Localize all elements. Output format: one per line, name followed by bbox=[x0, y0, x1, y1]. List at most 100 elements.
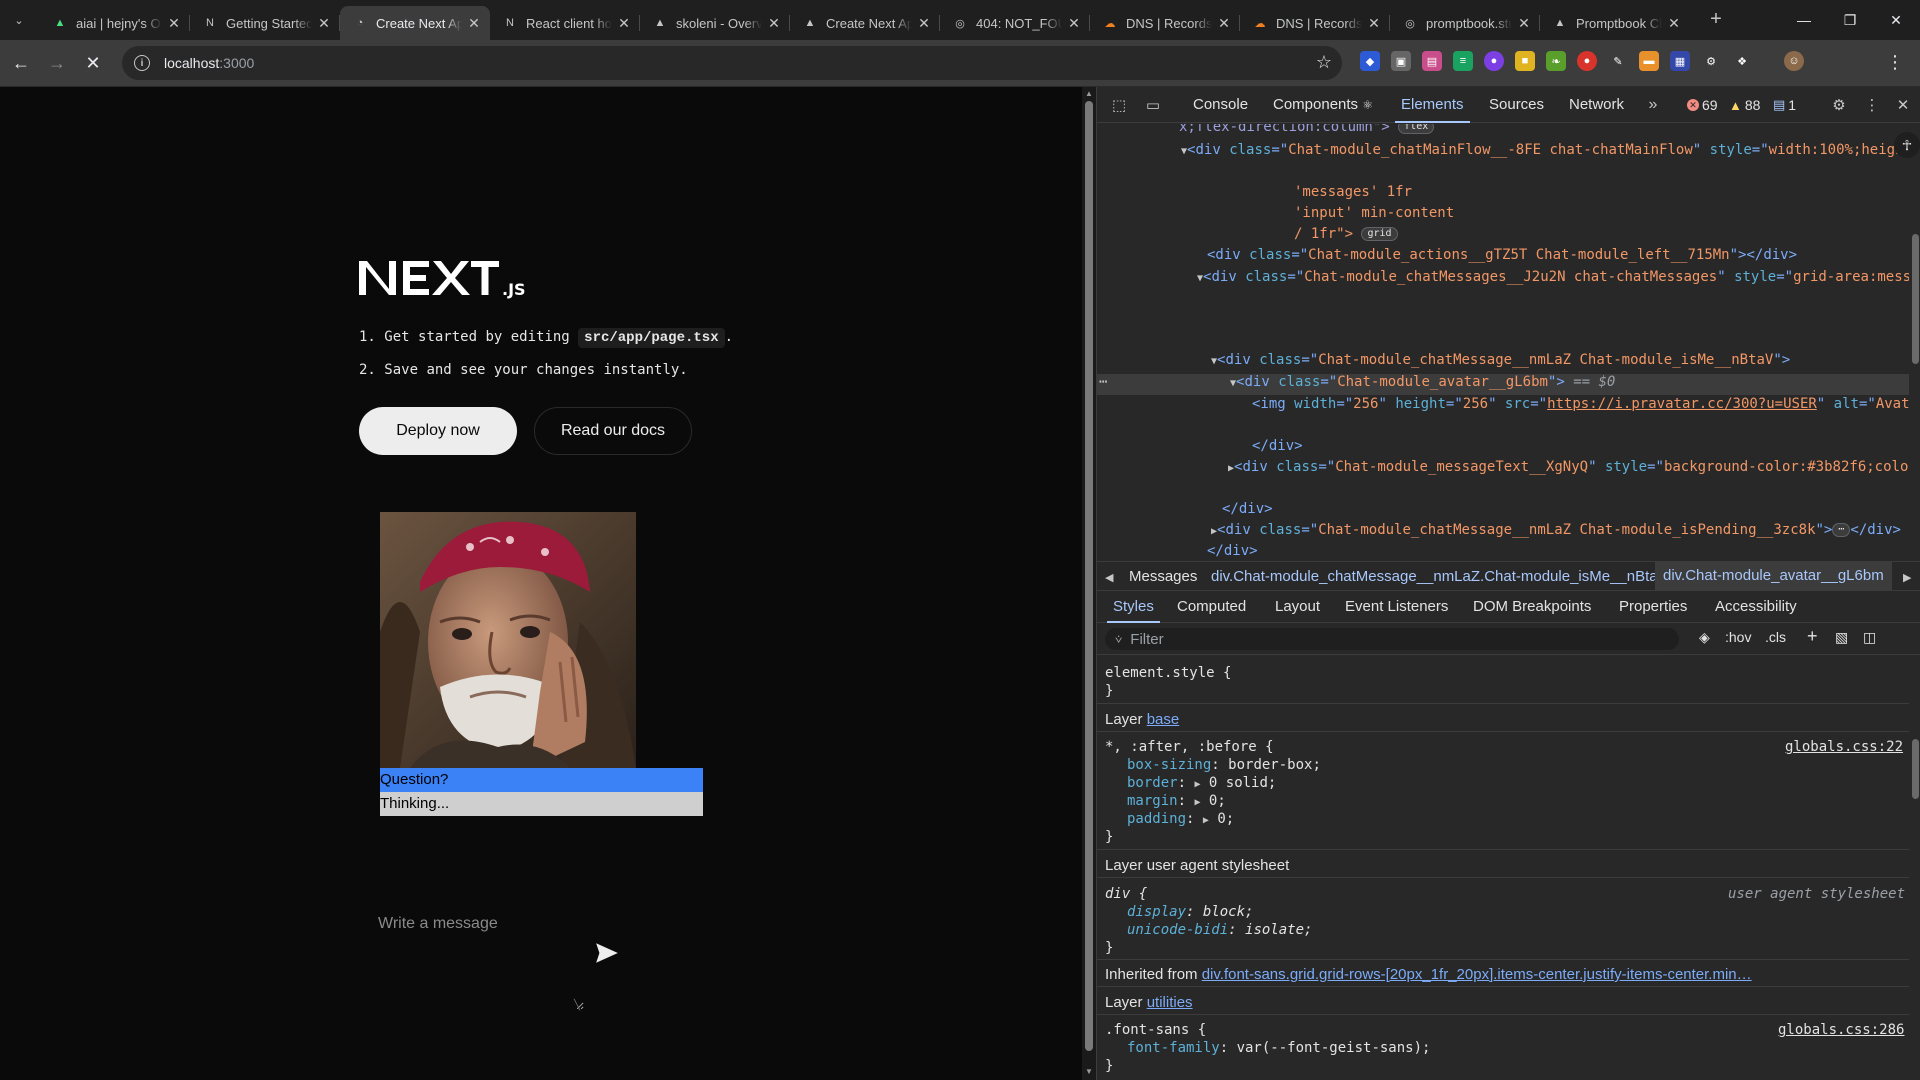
collapsed-ellipsis-badge[interactable]: ⋯ bbox=[1832, 523, 1851, 537]
paint-brush-icon[interactable]: ▧ bbox=[1835, 629, 1848, 646]
styles-scrollbar[interactable] bbox=[1909, 655, 1920, 1080]
gear-extension-icon[interactable]: ⚙ bbox=[1701, 51, 1721, 71]
tab-accessibility[interactable]: Accessibility bbox=[1715, 591, 1797, 623]
tab-sources[interactable]: Sources bbox=[1489, 87, 1544, 123]
more-actions-ellipsis-icon[interactable]: ⋯ bbox=[1099, 372, 1107, 393]
browser-tab[interactable]: ☁ DNS | Records ✕ bbox=[1090, 6, 1240, 40]
dom-line-selected[interactable]: ▼<div class="Chat-module_avatar__gL6bm">… bbox=[1230, 372, 1615, 395]
style-rules[interactable]: element.style { } Layer base *, :after, … bbox=[1097, 655, 1909, 1080]
tab-event-listeners[interactable]: Event Listeners bbox=[1345, 591, 1448, 623]
hover-state-toggle[interactable]: :hov bbox=[1725, 629, 1751, 645]
tab-close-icon[interactable]: ✕ bbox=[166, 15, 182, 31]
close-window-icon[interactable]: ✕ bbox=[1873, 0, 1919, 40]
resize-handle-icon[interactable]: ╲ bbox=[574, 1000, 580, 1011]
page-scrollbar[interactable]: ▲ ▼ bbox=[1082, 87, 1096, 1080]
tab-elements[interactable]: Elements bbox=[1395, 87, 1470, 123]
browser-tab[interactable]: ▲ skoleni - Overview ✕ bbox=[640, 6, 790, 40]
forward-arrow-icon[interactable]: → bbox=[44, 50, 70, 76]
css-declaration[interactable]: display: block; bbox=[1127, 904, 1253, 920]
error-counter[interactable]: ✕ 69 bbox=[1687, 97, 1718, 113]
info-counter[interactable]: ▤ 1 bbox=[1773, 97, 1796, 113]
stop-loading-icon[interactable]: ✕ bbox=[80, 50, 106, 76]
css-declaration[interactable]: padding: ▶ 0; bbox=[1127, 811, 1234, 827]
accessibility-tree-icon[interactable]: ☥ bbox=[1894, 132, 1920, 158]
back-arrow-icon[interactable]: ← bbox=[8, 50, 34, 76]
toggle-sidebar-icon[interactable]: ◫ bbox=[1863, 629, 1876, 646]
breadcrumb-left-icon[interactable]: ◀ bbox=[1105, 571, 1113, 584]
breadcrumb-item-selected[interactable]: div.Chat-module_avatar__gL6bm bbox=[1655, 562, 1892, 590]
tab-close-icon[interactable]: ✕ bbox=[466, 15, 482, 31]
browser-menu-icon[interactable]: ⋮ bbox=[1886, 52, 1904, 73]
inspect-element-icon[interactable]: ⬚ bbox=[1109, 95, 1129, 115]
tab-close-icon[interactable]: ✕ bbox=[1066, 15, 1082, 31]
flex-badge[interactable]: flex bbox=[1398, 124, 1435, 134]
element-style-selector[interactable]: element.style { bbox=[1105, 665, 1231, 681]
browser-tab[interactable]: ▲ aiai | hejny's Org ✕ bbox=[40, 6, 190, 40]
read-docs-button[interactable]: Read our docs bbox=[534, 407, 692, 455]
universal-selector[interactable]: *, :after, :before { bbox=[1105, 739, 1274, 755]
css-declaration[interactable]: margin: ▶ 0; bbox=[1127, 793, 1226, 809]
device-toolbar-icon[interactable]: ▭ bbox=[1143, 95, 1163, 115]
message-input[interactable] bbox=[378, 914, 584, 1010]
dom-line[interactable]: </div> bbox=[1222, 499, 1273, 520]
tab-computed[interactable]: Computed bbox=[1177, 591, 1246, 623]
settings-gear-icon[interactable]: ⚙ bbox=[1829, 95, 1849, 115]
scrollbar-thumb[interactable] bbox=[1085, 101, 1093, 1051]
source-link[interactable]: globals.css:22 bbox=[1785, 739, 1903, 755]
breadcrumb-right-icon[interactable]: ▶ bbox=[1903, 571, 1911, 584]
tab-close-icon[interactable]: ✕ bbox=[1366, 15, 1382, 31]
tab-close-icon[interactable]: ✕ bbox=[1666, 15, 1682, 31]
scrollbar-thumb[interactable] bbox=[1912, 739, 1919, 799]
deploy-now-button[interactable]: Deploy now bbox=[359, 407, 517, 455]
tab-search-chevron-icon[interactable]: ⌄ bbox=[9, 10, 29, 30]
tab-network[interactable]: Network bbox=[1569, 87, 1624, 123]
colorful-extension-icon[interactable]: ▤ bbox=[1422, 51, 1442, 71]
restore-icon[interactable]: ❐ bbox=[1827, 0, 1873, 40]
inherited-element-link[interactable]: div.font-sans.grid.grid-rows-[20px_1fr_2… bbox=[1202, 966, 1752, 983]
grid-extension-icon[interactable]: ▦ bbox=[1670, 51, 1690, 71]
eyedropper-extension-icon[interactable]: ✎ bbox=[1608, 51, 1628, 71]
grid-badge[interactable]: grid bbox=[1361, 227, 1398, 241]
browser-tab[interactable]: ◎ promptbook.studio ✕ bbox=[1390, 6, 1540, 40]
scroll-up-icon[interactable]: ▲ bbox=[1085, 89, 1093, 98]
browser-tab[interactable]: N React client hooks ✕ bbox=[490, 6, 640, 40]
avatar-src-link[interactable]: https://i.pravatar.cc/300?u=USER bbox=[1547, 396, 1817, 412]
dom-line[interactable]: ▼<div class="Chat-module_chatMessages__J… bbox=[1197, 267, 1909, 290]
css-declaration[interactable]: border: ▶ 0 solid; bbox=[1127, 775, 1276, 791]
dom-tree[interactable]: x;flex-direction:column"> flex ▼<div cla… bbox=[1097, 124, 1909, 561]
dom-line[interactable]: ▶<div class="Chat-module_messageText__Xg… bbox=[1228, 457, 1909, 480]
dom-line[interactable]: </div> bbox=[1252, 436, 1303, 457]
layers-icon[interactable]: ◈ bbox=[1699, 629, 1710, 646]
css-declaration[interactable]: box-sizing: border-box; bbox=[1127, 757, 1321, 773]
purple-extension-icon[interactable]: ● bbox=[1484, 51, 1504, 71]
puzzle-extensions-icon[interactable]: ❖ bbox=[1732, 51, 1752, 71]
dom-line[interactable]: 'messages' 1fr bbox=[1294, 182, 1412, 203]
dom-line[interactable]: / 1fr"> grid bbox=[1294, 224, 1398, 245]
more-tabs-chevron-icon[interactable]: » bbox=[1643, 95, 1663, 115]
browser-tab-active[interactable]: ◔ Create Next App ✕ bbox=[340, 6, 490, 40]
site-info-icon[interactable]: i bbox=[134, 55, 150, 71]
tab-close-icon[interactable]: ✕ bbox=[1216, 15, 1232, 31]
tab-styles[interactable]: Styles bbox=[1107, 591, 1160, 623]
tab-close-icon[interactable]: ✕ bbox=[916, 15, 932, 31]
dom-tree-scrollbar[interactable] bbox=[1909, 124, 1920, 561]
dom-line[interactable]: x;flex-direction:column"> flex bbox=[1179, 124, 1435, 138]
breadcrumb-item[interactable]: Messages bbox=[1129, 568, 1197, 585]
new-tab-plus-icon[interactable]: + bbox=[1706, 9, 1726, 30]
dom-line[interactable]: <img width="256" height="256" src="https… bbox=[1252, 394, 1909, 415]
tab-close-icon[interactable]: ✕ bbox=[1516, 15, 1532, 31]
div-selector[interactable]: div { bbox=[1105, 886, 1147, 902]
layer-utilities-link[interactable]: utilities bbox=[1147, 994, 1193, 1011]
styles-filter-input[interactable]: ⩒ Filter bbox=[1105, 628, 1679, 650]
warning-counter[interactable]: ▲ 88 bbox=[1729, 97, 1760, 113]
address-bar[interactable]: i localhost:3000 ☆ bbox=[122, 46, 1342, 80]
dom-line[interactable]: ▼<div class="Chat-module_chatMessage__nm… bbox=[1211, 350, 1790, 373]
orange-extension-icon[interactable]: ▬ bbox=[1639, 51, 1659, 71]
tab-layout[interactable]: Layout bbox=[1275, 591, 1320, 623]
layer-base-link[interactable]: base bbox=[1147, 711, 1180, 728]
send-icon[interactable] bbox=[594, 940, 620, 966]
dom-line[interactable]: ▼<div class="Chat-module_chatMainFlow__-… bbox=[1181, 140, 1909, 163]
profile-avatar-icon[interactable]: ☺ bbox=[1784, 51, 1804, 71]
breadcrumb-item[interactable]: div.Chat-module_chatMessage__nmLaZ.Chat-… bbox=[1211, 568, 1668, 585]
red-extension-icon[interactable]: ● bbox=[1577, 51, 1597, 71]
